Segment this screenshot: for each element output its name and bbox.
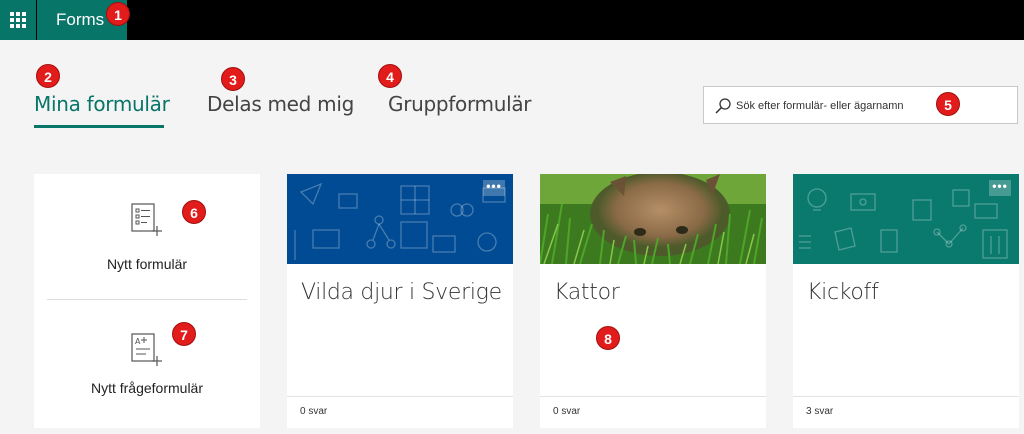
card-title: Kattor bbox=[554, 280, 620, 305]
card-footer-divider bbox=[540, 396, 766, 397]
card-banner: ••• bbox=[793, 174, 1019, 264]
search-box[interactable] bbox=[703, 86, 1018, 124]
card-more-button[interactable]: ••• bbox=[989, 180, 1011, 196]
tab-group-forms[interactable]: Gruppformulär bbox=[388, 92, 532, 116]
callout-badge: 1 bbox=[106, 2, 130, 26]
new-form-button[interactable]: Nytt formulär bbox=[34, 174, 260, 298]
callout-badge: 3 bbox=[221, 67, 245, 91]
card-title: Kickoff bbox=[807, 280, 879, 305]
active-tab-indicator bbox=[34, 125, 164, 128]
callout-badge: 8 bbox=[596, 326, 620, 350]
new-panel: Nytt formulär A Nytt frågeformulär bbox=[34, 174, 260, 428]
new-quiz-icon: A bbox=[131, 333, 162, 366]
svg-text:A: A bbox=[135, 337, 141, 346]
new-form-label: Nytt formulär bbox=[106, 256, 188, 272]
app-launcher-button[interactable] bbox=[0, 0, 36, 40]
tab-shared-with-me[interactable]: Delas med mig bbox=[207, 92, 354, 116]
form-card-kattor[interactable]: Kattor 0 svar bbox=[540, 174, 766, 428]
callout-badge: 5 bbox=[936, 92, 960, 116]
card-response-count: 0 svar bbox=[553, 406, 581, 417]
card-banner: ••• bbox=[287, 174, 513, 264]
waffle-icon bbox=[10, 12, 26, 28]
callout-badge: 2 bbox=[36, 64, 60, 88]
new-quiz-button[interactable]: A Nytt frågeformulär bbox=[34, 300, 260, 424]
card-more-button[interactable]: ••• bbox=[483, 180, 505, 196]
card-footer-divider bbox=[287, 396, 513, 397]
banner-pattern-icon bbox=[294, 182, 506, 260]
card-title: Vilda djur i Sverige bbox=[301, 280, 502, 305]
new-quiz-label: Nytt frågeformulär bbox=[90, 380, 204, 396]
new-form-icon bbox=[131, 203, 162, 236]
card-banner-image bbox=[540, 174, 766, 264]
form-card-kickoff[interactable]: ••• Kickoff 3 svar bbox=[793, 174, 1019, 428]
callout-badge: 4 bbox=[378, 64, 402, 88]
tab-my-forms[interactable]: Mina formulär bbox=[34, 92, 170, 116]
card-response-count: 3 svar bbox=[806, 406, 834, 417]
banner-pattern-icon bbox=[799, 188, 1008, 259]
callout-badge: 7 bbox=[172, 322, 196, 346]
lynx-photo bbox=[540, 174, 766, 264]
form-card-vilda-djur[interactable]: ••• Vilda djur i Sverige 0 svar bbox=[287, 174, 513, 428]
callout-badge: 6 bbox=[182, 200, 206, 224]
search-icon bbox=[715, 98, 731, 114]
top-bar: Forms bbox=[0, 0, 1024, 40]
card-response-count: 0 svar bbox=[300, 406, 328, 417]
card-footer-divider bbox=[793, 396, 1019, 397]
